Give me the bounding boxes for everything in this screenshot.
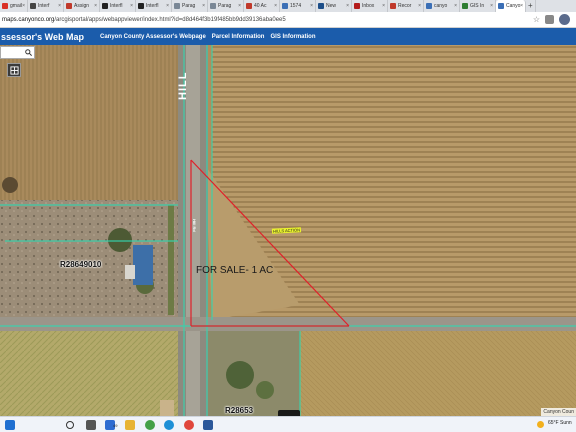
browser-tab[interactable]: GIS In × <box>460 0 496 12</box>
search-icon[interactable] <box>22 47 34 58</box>
browser-tab[interactable]: 1574 × <box>280 0 316 12</box>
tab-label: 1574 <box>290 3 302 9</box>
tab-label: Assign <box>74 3 90 9</box>
extension-icon[interactable] <box>545 15 554 24</box>
chrome-icon[interactable] <box>184 420 194 430</box>
tab-favicon-icon <box>30 3 36 9</box>
browser-tab[interactable]: 40 Ac × <box>244 0 280 12</box>
browser-tab[interactable]: Parag × <box>208 0 244 12</box>
tab-close-icon[interactable]: × <box>490 3 493 9</box>
search-input[interactable] <box>0 46 35 59</box>
tab-label: GIS In <box>470 3 485 9</box>
tab-close-icon[interactable]: × <box>94 3 97 9</box>
tab-close-icon[interactable]: × <box>58 3 61 9</box>
tab-label: Parag <box>218 3 232 9</box>
tab-favicon-icon <box>174 3 180 9</box>
search-taskbar-icon[interactable] <box>66 421 74 429</box>
file-explorer-icon[interactable] <box>125 420 135 430</box>
tab-close-icon[interactable]: × <box>238 3 241 9</box>
tab-favicon-icon <box>462 3 468 9</box>
tab-strip: gmail × Interf × Assign × Interfl × Interfl × Para… <box>0 0 576 12</box>
header-links: Canyon County Assessor's Webpage Parcel … <box>100 34 315 40</box>
edge-icon[interactable] <box>164 420 174 430</box>
tab-label: Interfl <box>146 3 159 9</box>
tab-favicon-icon <box>210 3 216 9</box>
road-label-small: Hill Rd <box>191 219 197 232</box>
taskbar: 49 65°F Sunn <box>0 416 576 432</box>
browser-tab[interactable]: Interfl × <box>136 0 172 12</box>
tab-favicon-icon <box>66 3 72 9</box>
app-title: ssessor's Web Map <box>1 31 85 42</box>
profile-avatar[interactable] <box>559 14 570 25</box>
tab-favicon-icon <box>282 3 288 9</box>
tab-favicon-icon <box>138 3 144 9</box>
start-icon[interactable] <box>5 420 15 430</box>
tab-label: Canyo <box>506 3 521 9</box>
parcel-label-r28649010[interactable]: R28649010 <box>60 260 101 269</box>
tab-favicon-icon <box>2 3 8 9</box>
browser-tab[interactable]: Canyo × <box>496 0 526 12</box>
browser-tab[interactable]: gmail × <box>0 0 28 12</box>
tab-close-icon[interactable]: × <box>520 3 523 9</box>
tab-close-icon[interactable]: × <box>130 3 133 9</box>
tab-favicon-icon <box>426 3 432 9</box>
tab-favicon-icon <box>498 3 504 9</box>
tab-close-icon[interactable]: × <box>454 3 457 9</box>
screen: gmail × Interf × Assign × Interfl × Interfl × Para… <box>0 0 576 432</box>
tab-favicon-icon <box>390 3 396 9</box>
xbox-icon[interactable] <box>145 420 155 430</box>
browser-tab[interactable]: Recor × <box>388 0 424 12</box>
tab-favicon-icon <box>318 3 324 9</box>
tab-label: canyo <box>434 3 448 9</box>
tab-label: gmail <box>10 3 22 9</box>
browser-tab[interactable]: New × <box>316 0 352 12</box>
parcel-label-r28653[interactable]: R28653 <box>225 406 253 415</box>
tab-label: Recor <box>398 3 412 9</box>
tab-label: 40 Ac <box>254 3 267 9</box>
gis-information-link[interactable]: GIS Information <box>270 34 315 40</box>
map-view[interactable]: HILL Hill Rd HILLS ACTION R28649010 FOR … <box>0 45 576 416</box>
new-tab-button[interactable]: + <box>526 0 536 12</box>
tab-close-icon[interactable]: × <box>166 3 169 9</box>
browser-tab[interactable]: Parag × <box>172 0 208 12</box>
tab-label: Inbox <box>362 3 375 9</box>
for-sale-label: FOR SALE- 1 AC <box>196 265 274 276</box>
browser-tab[interactable]: Inbox × <box>352 0 388 12</box>
browser-tab[interactable]: Interfl × <box>100 0 136 12</box>
tab-label: New <box>326 3 337 9</box>
assessor-webpage-link[interactable]: Canyon County Assessor's Webpage <box>100 34 206 40</box>
address-bar[interactable]: maps.canyonco.org/arcgisportal/apps/weba… <box>0 12 576 28</box>
browser-tab[interactable]: Interf × <box>28 0 64 12</box>
tab-label: Parag <box>182 3 196 9</box>
basemap-gallery-icon[interactable] <box>7 63 21 77</box>
task-view-icon[interactable] <box>86 420 96 430</box>
parcel-information-link[interactable]: Parcel Information <box>212 34 265 40</box>
tab-close-icon[interactable]: × <box>274 3 277 9</box>
tab-close-icon[interactable]: × <box>310 3 313 9</box>
tab-close-icon[interactable]: × <box>202 3 205 9</box>
tab-close-icon[interactable]: × <box>346 3 349 9</box>
browser-tab[interactable]: canyo × <box>424 0 460 12</box>
tab-close-icon[interactable]: × <box>418 3 421 9</box>
tab-close-icon[interactable]: × <box>22 3 25 9</box>
bookmark-star-icon[interactable]: ☆ <box>533 15 540 24</box>
weather-temp: 65°F Sunn <box>548 420 572 426</box>
mail-badge: 49 <box>113 423 118 428</box>
tab-favicon-icon <box>102 3 108 9</box>
road-label-hill: HILL <box>177 71 189 100</box>
browser-tab[interactable]: Assign × <box>64 0 100 12</box>
app-header: ssessor's Web Map Canyon County Assessor… <box>0 28 576 45</box>
tab-favicon-icon <box>246 3 252 9</box>
tab-close-icon[interactable]: × <box>382 3 385 9</box>
tab-label: Interfl <box>110 3 123 9</box>
tab-favicon-icon <box>354 3 360 9</box>
map-attribution: Canyon Coun <box>541 408 576 416</box>
url-text[interactable]: maps.canyonco.org/arcgisportal/apps/weba… <box>0 17 286 23</box>
word-icon[interactable] <box>203 420 213 430</box>
weather-icon[interactable] <box>537 421 544 428</box>
tab-label: Interf <box>38 3 50 9</box>
